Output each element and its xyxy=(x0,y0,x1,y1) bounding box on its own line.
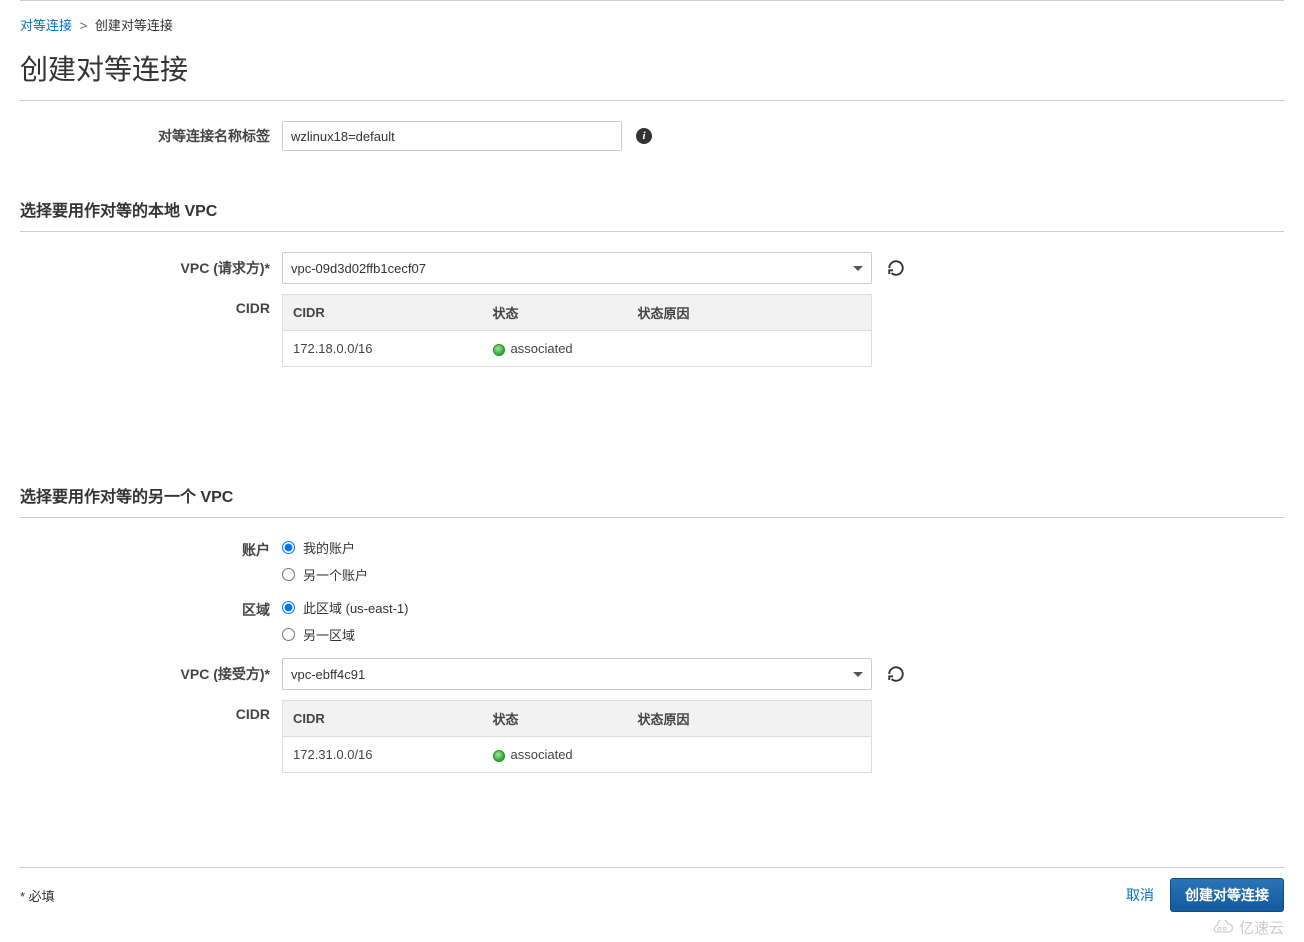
name-tag-input[interactable] xyxy=(282,121,622,151)
table-header-reason: 状态原因 xyxy=(628,295,872,331)
table-row: 172.31.0.0/16 associated xyxy=(283,737,872,773)
account-radio-other[interactable]: 另一个账户 xyxy=(282,565,368,584)
chevron-down-icon xyxy=(853,672,863,677)
breadcrumb-current: 创建对等连接 xyxy=(95,18,173,33)
local-cidr-table: CIDR 状态 状态原因 172.18.0.0/16 associated xyxy=(282,294,872,367)
page-title: 创建对等连接 xyxy=(20,40,1284,101)
required-note: * 必填 xyxy=(20,886,55,905)
region-label: 区域 xyxy=(20,598,282,620)
cidr-cell: 172.18.0.0/16 xyxy=(283,331,483,367)
region-radio-this[interactable]: 此区域 (us-east-1) xyxy=(282,598,408,617)
chevron-down-icon xyxy=(853,266,863,271)
region-radio-other-input[interactable] xyxy=(282,628,295,641)
table-header-status: 状态 xyxy=(483,295,628,331)
peer-cidr-table: CIDR 状态 状态原因 172.31.0.0/16 associated xyxy=(282,700,872,773)
submit-button[interactable]: 创建对等连接 xyxy=(1170,878,1284,912)
account-row: 账户 我的账户 另一个账户 xyxy=(20,538,1284,584)
watermark: 亿速云 xyxy=(1209,917,1284,938)
breadcrumb-separator: > xyxy=(80,18,88,33)
account-radio-other-input[interactable] xyxy=(282,568,295,581)
info-icon[interactable]: i xyxy=(636,128,652,144)
status-cell: associated xyxy=(483,331,628,367)
accepter-vpc-label: VPC (接受方)* xyxy=(20,664,282,684)
status-cell: associated xyxy=(483,737,628,773)
refresh-icon[interactable] xyxy=(886,258,906,278)
cloud-icon xyxy=(1209,920,1235,936)
table-header-cidr: CIDR xyxy=(283,701,483,737)
region-radio-this-input[interactable] xyxy=(282,601,295,614)
local-cidr-row: CIDR CIDR 状态 状态原因 172.18.0.0/16 associat… xyxy=(20,294,1284,367)
status-dot-icon xyxy=(493,750,505,762)
requester-vpc-label: VPC (请求方)* xyxy=(20,258,282,278)
peer-vpc-header: 选择要用作对等的另一个 VPC xyxy=(20,467,1284,518)
requester-vpc-row: VPC (请求方)* vpc-09d3d02ffb1cecf07 xyxy=(20,252,1284,284)
accepter-vpc-select[interactable]: vpc-ebff4c91 xyxy=(282,658,872,690)
breadcrumb-link[interactable]: 对等连接 xyxy=(20,18,72,33)
local-cidr-label: CIDR xyxy=(20,294,282,316)
cidr-cell: 172.31.0.0/16 xyxy=(283,737,483,773)
table-header-status: 状态 xyxy=(483,701,628,737)
cancel-button[interactable]: 取消 xyxy=(1116,879,1164,911)
region-row: 区域 此区域 (us-east-1) 另一区域 xyxy=(20,598,1284,644)
peer-cidr-label: CIDR xyxy=(20,700,282,722)
footer-bar: * 必填 取消 创建对等连接 xyxy=(20,867,1284,912)
reason-cell xyxy=(628,737,872,773)
account-label: 账户 xyxy=(20,538,282,560)
reason-cell xyxy=(628,331,872,367)
peer-cidr-row: CIDR CIDR 状态 状态原因 172.31.0.0/16 associat… xyxy=(20,700,1284,773)
table-header-cidr: CIDR xyxy=(283,295,483,331)
region-radio-other[interactable]: 另一区域 xyxy=(282,625,408,644)
table-row: 172.18.0.0/16 associated xyxy=(283,331,872,367)
refresh-icon[interactable] xyxy=(886,664,906,684)
accepter-vpc-value: vpc-ebff4c91 xyxy=(291,667,365,682)
requester-vpc-value: vpc-09d3d02ffb1cecf07 xyxy=(291,261,426,276)
account-radio-mine[interactable]: 我的账户 xyxy=(282,538,368,557)
name-tag-label: 对等连接名称标签 xyxy=(20,126,282,146)
local-vpc-header: 选择要用作对等的本地 VPC xyxy=(20,181,1284,232)
table-header-reason: 状态原因 xyxy=(628,701,872,737)
breadcrumb: 对等连接 > 创建对等连接 xyxy=(20,1,1284,40)
requester-vpc-select[interactable]: vpc-09d3d02ffb1cecf07 xyxy=(282,252,872,284)
account-radio-mine-input[interactable] xyxy=(282,541,295,554)
name-tag-row: 对等连接名称标签 i xyxy=(20,121,1284,151)
accepter-vpc-row: VPC (接受方)* vpc-ebff4c91 xyxy=(20,658,1284,690)
status-dot-icon xyxy=(493,344,505,356)
